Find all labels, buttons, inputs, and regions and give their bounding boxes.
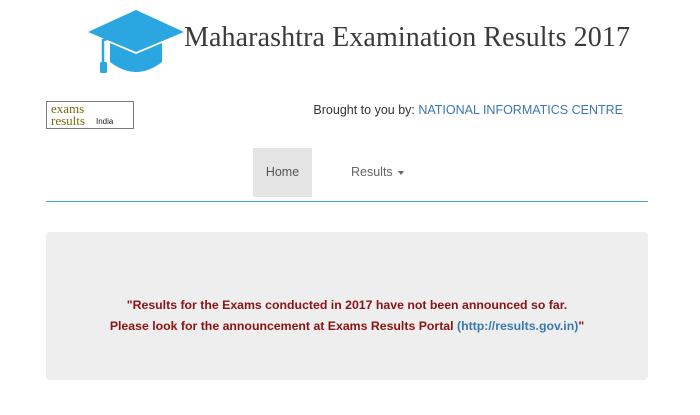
nav-home-tab[interactable]: Home (253, 148, 312, 197)
notice-line-2-end: " (578, 319, 585, 333)
nav-results-dropdown[interactable]: Results (351, 148, 404, 197)
site-title: Maharashtra Examination Results 2017 (184, 22, 631, 53)
graduation-cap-icon (88, 10, 184, 73)
notice-line-2-text: Please look for the announcement at Exam… (109, 319, 457, 333)
credit-org-link[interactable]: NATIONAL INFORMATICS CENTRE (418, 103, 623, 117)
logo-word-results: results (51, 113, 85, 128)
main-navbar: Home Results (46, 148, 648, 202)
exams-results-india-logo[interactable]: exams results India (46, 101, 134, 129)
caret-down-icon (397, 170, 404, 175)
results-notice-panel: "Results for the Exams conducted in 2017… (46, 232, 648, 380)
notice-line-2: Please look for the announcement at Exam… (46, 319, 648, 333)
notice-line-1: "Results for the Exams conducted in 2017… (126, 298, 568, 312)
site-header: Maharashtra Examination Results 2017 (88, 10, 648, 76)
logo-word-india: India (96, 117, 114, 126)
credit-prefix: Brought to you by: (313, 103, 419, 117)
results-portal-link[interactable]: (http://results.gov.in) (457, 319, 578, 333)
nav-results-label: Results (351, 165, 393, 179)
credit-line: Brought to you by: NATIONAL INFORMATICS … (313, 103, 623, 117)
